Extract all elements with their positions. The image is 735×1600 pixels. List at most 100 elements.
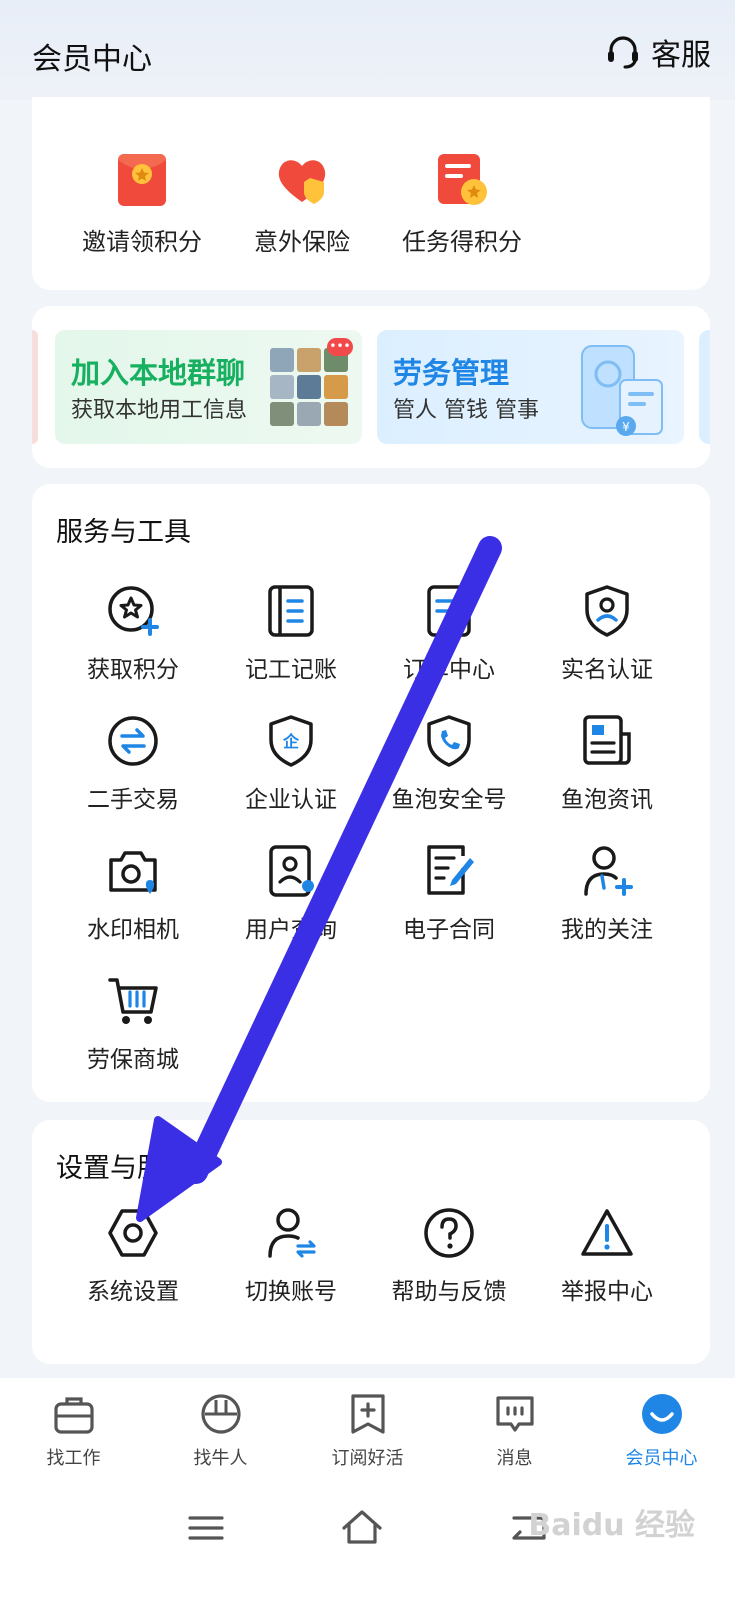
banner-carousel[interactable]: 加入本地群聊 获取本地用工信息 ••• 劳务管理 管人 管钱 管事 ¥: [32, 306, 710, 468]
setting-system-settings[interactable]: 系统设置: [54, 1206, 212, 1306]
top-item-label: 任务得积分: [402, 228, 522, 256]
phone-document-illustration: ¥: [581, 345, 663, 436]
svg-text:¥: ¥: [622, 420, 630, 434]
watermark-text: Baidu 经验: [528, 1508, 695, 1543]
service-safe-number[interactable]: 鱼泡安全号: [370, 714, 528, 814]
service-watermark-camera[interactable]: 水印相机: [54, 844, 212, 944]
briefcase-icon: [53, 1397, 94, 1434]
phone-shield-icon: [427, 715, 471, 767]
customer-service-label: 客服: [651, 38, 711, 73]
labor-management-banner[interactable]: 劳务管理 管人 管钱 管事 ¥: [377, 330, 684, 444]
task-points-item[interactable]: 任务得积分: [382, 152, 542, 257]
header-bar: 会员中心 客服: [0, 0, 735, 100]
chat-badge: •••: [327, 338, 353, 356]
helmet-icon: [200, 1394, 241, 1434]
service-my-follows[interactable]: 我的关注: [528, 844, 686, 944]
setting-help-feedback[interactable]: 帮助与反馈: [370, 1206, 528, 1306]
tab-member-center[interactable]: 会员中心: [588, 1378, 735, 1488]
switch-account-icon: [268, 1208, 316, 1258]
service-label: 用户查询: [245, 917, 337, 943]
service-e-contract[interactable]: 电子合同: [370, 844, 528, 944]
setting-report-center[interactable]: 举报中心: [528, 1206, 686, 1306]
service-label: 企业认证: [245, 787, 337, 813]
tab-label: 找工作: [46, 1448, 101, 1469]
join-local-group-banner[interactable]: 加入本地群聊 获取本地用工信息 •••: [55, 330, 362, 444]
home-icon[interactable]: [340, 1506, 384, 1550]
id-shield-icon: [585, 585, 629, 637]
settings-services-card: 设置与服务 系统设置 切换账号 帮助与反馈 举报中心: [32, 1120, 710, 1364]
headset-icon: [608, 36, 638, 69]
cart-icon: [108, 978, 158, 1024]
warning-icon: [581, 1209, 633, 1256]
order-icon: [427, 585, 471, 637]
service-label: 获取积分: [87, 657, 179, 683]
page-title: 会员中心: [32, 42, 152, 77]
banner-title: 加入本地群聊: [71, 356, 246, 390]
tab-label: 订阅好活: [331, 1448, 404, 1469]
banner-title: 劳务管理: [393, 356, 510, 390]
setting-label: 举报中心: [561, 1279, 653, 1305]
bookmark-plus-icon: [350, 1394, 385, 1434]
top-item-label: 意外保险: [254, 228, 350, 256]
service-news[interactable]: 鱼泡资讯: [528, 714, 686, 814]
service-user-query[interactable]: 用户查询: [212, 844, 370, 944]
service-label: 鱼泡资讯: [561, 787, 653, 813]
service-label: 记工记账: [245, 657, 337, 683]
section-title: 服务与工具: [56, 517, 191, 548]
service-order-center[interactable]: 订单中心: [370, 584, 528, 684]
heart-shield-icon: [278, 160, 326, 204]
service-second-hand[interactable]: 二手交易: [54, 714, 212, 814]
enterprise-shield-icon: 企: [269, 715, 313, 767]
service-safety-mall[interactable]: 劳保商城: [54, 974, 212, 1074]
setting-label: 系统设置: [87, 1279, 179, 1305]
setting-switch-account[interactable]: 切换账号: [212, 1206, 370, 1306]
service-label: 水印相机: [87, 917, 179, 943]
task-points-icon: [438, 154, 487, 205]
service-label: 电子合同: [403, 917, 495, 943]
message-icon: [495, 1396, 534, 1432]
service-label: 实名认证: [561, 657, 653, 683]
service-work-ledger[interactable]: 记工记账: [212, 584, 370, 684]
tab-find-job[interactable]: 找工作: [0, 1378, 147, 1488]
bottom-tab-bar: 找工作 找牛人 订阅好活 消息 会员中心: [0, 1378, 735, 1488]
top-item-label: 邀请领积分: [82, 228, 202, 256]
banner-subtitle: 管人 管钱 管事: [393, 398, 539, 423]
banner-next-edge[interactable]: [699, 330, 710, 444]
user-follow-icon: [584, 846, 633, 896]
tab-messages[interactable]: 消息: [441, 1378, 588, 1488]
service-label: 二手交易: [87, 787, 179, 813]
tab-label: 会员中心: [625, 1448, 698, 1469]
accident-insurance-item[interactable]: 意外保险: [222, 152, 382, 257]
help-icon: [424, 1208, 474, 1258]
camera-icon: [109, 851, 157, 894]
setting-label: 切换账号: [245, 1279, 337, 1305]
service-label: 订单中心: [403, 657, 495, 683]
red-envelope-icon: [118, 154, 166, 206]
smile-icon: [641, 1394, 682, 1434]
contract-icon: [427, 845, 474, 895]
banner-previous-edge[interactable]: [32, 330, 38, 444]
tab-label: 消息: [496, 1448, 533, 1469]
gear-icon: [108, 1209, 158, 1257]
rewards-card: 邀请领积分 意外保险 任务得积分: [32, 97, 710, 290]
tab-find-talent[interactable]: 找牛人: [147, 1378, 294, 1488]
service-real-name[interactable]: 实名认证: [528, 584, 686, 684]
tab-subscribe-jobs[interactable]: 订阅好活: [294, 1378, 441, 1488]
service-get-points[interactable]: 获取积分: [54, 584, 212, 684]
menu-icon[interactable]: [184, 1506, 228, 1550]
section-title: 设置与服务: [56, 1153, 191, 1184]
services-tools-card: 服务与工具 获取积分 记工记账 订单中心 实名认证 二手交易 企 企业认证 鱼泡…: [32, 484, 710, 1102]
star-plus-icon: [108, 586, 159, 636]
invite-points-item[interactable]: 邀请领积分: [62, 152, 222, 257]
service-enterprise-cert[interactable]: 企 企业认证: [212, 714, 370, 814]
news-icon: [583, 715, 631, 765]
service-label: 我的关注: [561, 917, 653, 943]
service-label: 劳保商城: [87, 1047, 179, 1073]
tab-label: 找牛人: [193, 1448, 248, 1469]
exchange-icon: [108, 716, 158, 766]
group-photo-grid: [270, 348, 348, 426]
user-card-icon: [269, 845, 314, 897]
banner-subtitle: 获取本地用工信息: [71, 398, 248, 423]
customer-service-button[interactable]: 客服: [603, 30, 711, 74]
service-label: 鱼泡安全号: [391, 787, 507, 813]
